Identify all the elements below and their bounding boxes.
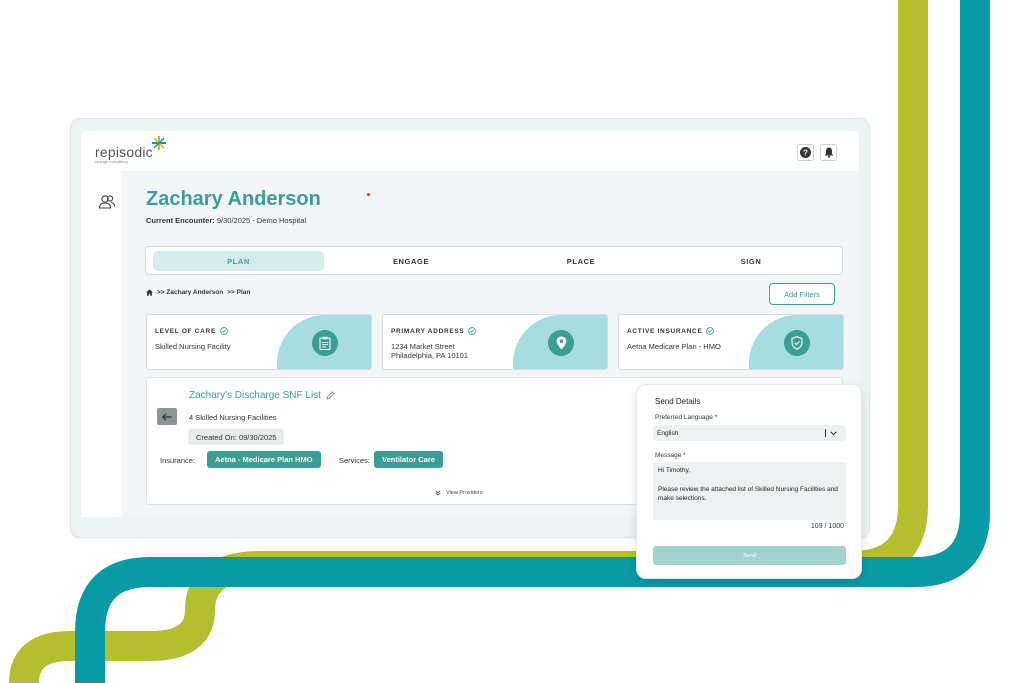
created-on-badge: Created On: 09/30/2025: [188, 429, 285, 445]
send-details-panel: Send Details Preferred Language * Englis…: [636, 384, 862, 579]
card-value: 1234 Market Street Philadelphia, PA 1010…: [391, 342, 468, 360]
logo-tagline: change everything: [95, 159, 128, 164]
logo-star-icon: [152, 136, 166, 150]
shield-check-icon: [784, 330, 810, 356]
select-caret: [825, 429, 841, 437]
top-bar: repisodic change everything ?: [81, 131, 859, 171]
verified-check-icon: [468, 327, 477, 335]
encounter-label: Current Encounter:: [146, 216, 215, 225]
alert-dot: [367, 193, 370, 196]
clipboard-icon: [312, 330, 338, 356]
arrow-left-icon: [162, 412, 172, 421]
breadcrumb: >> Zachary Anderson >> Plan: [146, 289, 250, 296]
insurance-label: Insurance:: [160, 456, 196, 465]
view-providers-toggle[interactable]: View Providers: [435, 490, 483, 496]
tab-plan[interactable]: PLAN: [153, 251, 324, 271]
tab-sign[interactable]: SIGN: [666, 251, 836, 271]
verified-check-icon: [220, 327, 228, 335]
tab-place[interactable]: PLACE: [496, 251, 666, 271]
card-label: ACTIVE INSURANCE: [627, 327, 715, 335]
message-label: Message *: [655, 452, 686, 459]
encounter-value: 9/30/2025 - Demo Hospital: [216, 216, 307, 225]
list-title-text: Zachary's Discharge SNF List: [189, 390, 321, 401]
services-pill[interactable]: Ventilator Care: [374, 451, 443, 468]
verified-check-icon: [706, 327, 715, 335]
screen: repisodic change everything ? Zachary An…: [0, 0, 1024, 683]
add-filters-button[interactable]: Add Filters: [769, 283, 835, 305]
active-insurance-card: ACTIVE INSURANCE Aetna Medicare Plan - H…: [618, 314, 844, 370]
address-line-1: 1234 Market Street: [391, 342, 455, 351]
send-button[interactable]: Send: [653, 546, 846, 565]
back-button[interactable]: [157, 408, 177, 425]
users-icon[interactable]: [98, 193, 116, 211]
selected-language: English: [657, 429, 679, 437]
side-nav: [81, 171, 121, 517]
breadcrumb-page: >> Plan: [227, 289, 251, 296]
double-chevron-down-icon: [435, 490, 441, 496]
home-icon[interactable]: [146, 289, 153, 296]
facility-count: 4 Skilled Nursing Facilities: [189, 413, 277, 422]
location-pin-icon: [548, 330, 574, 356]
level-of-care-card: LEVEL OF CARE Skilled Nursing Facility: [146, 314, 372, 370]
card-value: Skilled Nursing Facility: [155, 342, 231, 351]
primary-address-card: PRIMARY ADDRESS 1234 Market Street Phila…: [382, 314, 608, 370]
current-encounter: Current Encounter: 9/30/2025 - Demo Hosp…: [146, 216, 306, 225]
patient-name: Zachary Anderson: [146, 188, 321, 210]
preferred-language-select[interactable]: English: [653, 425, 846, 441]
help-icon[interactable]: ?: [797, 144, 814, 161]
send-details-title: Send Details: [655, 397, 701, 406]
list-title: Zachary's Discharge SNF List: [189, 390, 335, 401]
bell-icon[interactable]: [820, 144, 837, 161]
services-label: Services:: [339, 456, 370, 465]
message-greeting: Hi Timothy,: [658, 467, 691, 474]
character-count: 109 / 1000: [810, 523, 844, 530]
app-logo[interactable]: repisodic: [95, 144, 153, 160]
preferred-language-label: Preferred Language *: [655, 414, 718, 421]
message-textarea[interactable]: Hi Timothy, Please review the attached l…: [653, 462, 846, 520]
workflow-stepper: PLAN ENGAGE PLACE SIGN: [145, 246, 843, 275]
message-body: Please review the attached list of Skill…: [658, 485, 838, 503]
tab-engage[interactable]: ENGAGE: [326, 251, 496, 271]
svg-text:?: ?: [803, 149, 808, 158]
insurance-pill[interactable]: Aetna - Medicare Plan HMO: [207, 451, 321, 468]
chevron-down-icon: [830, 430, 837, 436]
card-label: PRIMARY ADDRESS: [391, 327, 477, 335]
address-line-2: Philadelphia, PA 10101: [391, 351, 469, 360]
edit-pencil-icon[interactable]: [326, 391, 335, 400]
view-providers-label: View Providers: [446, 490, 483, 496]
card-value: Aetna Medicare Plan - HMO: [627, 342, 721, 351]
card-label: LEVEL OF CARE: [155, 327, 228, 335]
breadcrumb-patient[interactable]: >> Zachary Anderson: [157, 289, 223, 296]
